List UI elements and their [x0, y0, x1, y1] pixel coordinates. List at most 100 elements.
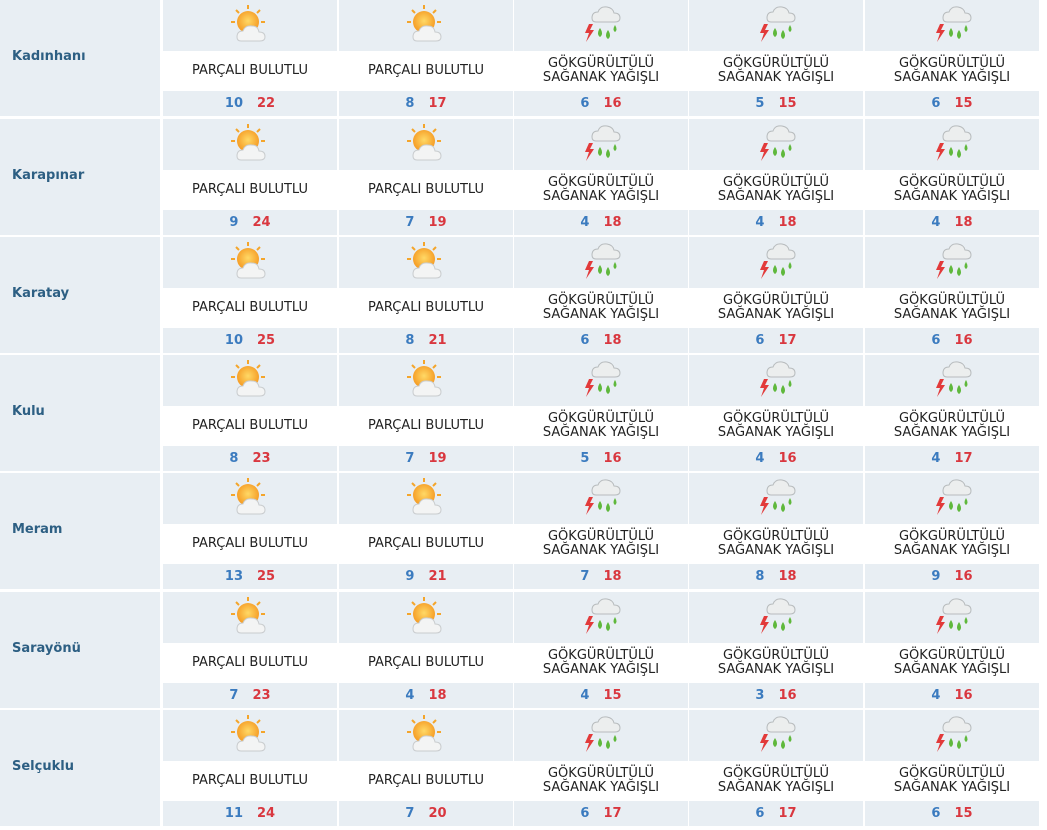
temperature-cell: 4 16: [689, 446, 863, 471]
max-temperature: 21: [428, 569, 447, 584]
forecast-day-cell: PARÇALI BULUTLU 11 24: [163, 710, 337, 828]
condition-text: PARÇALI BULUTLU: [339, 51, 513, 91]
district-name: Meram: [12, 522, 63, 537]
max-temperature: 16: [603, 451, 622, 466]
weather-icon-cell: [339, 355, 513, 406]
max-temperature: 15: [954, 806, 973, 821]
condition-text: GÖKGÜRÜLTÜLÜ SAĞANAK YAĞIŞLI: [865, 761, 1039, 801]
min-temperature: 6: [931, 806, 941, 821]
min-temperature: 8: [405, 333, 415, 348]
max-temperature: 16: [954, 569, 973, 584]
district-name: Karapınar: [12, 168, 85, 183]
condition-text: PARÇALI BULUTLU: [163, 643, 337, 683]
weather-icon-cell: [163, 237, 337, 288]
temperature-cell: 6 15: [865, 801, 1039, 826]
condition-text: PARÇALI BULUTLU: [339, 761, 513, 801]
max-temperature: 16: [778, 451, 797, 466]
forecast-day-cell: GÖKGÜRÜLTÜLÜ SAĞANAK YAĞIŞLI 4 17: [865, 355, 1039, 473]
forecast-day-cell: GÖKGÜRÜLTÜLÜ SAĞANAK YAĞIŞLI 6 17: [689, 710, 863, 828]
condition-text: GÖKGÜRÜLTÜLÜ SAĞANAK YAĞIŞLI: [689, 643, 863, 683]
weather-icon-cell: [514, 237, 688, 288]
condition-text: GÖKGÜRÜLTÜLÜ SAĞANAK YAĞIŞLI: [865, 643, 1039, 683]
forecast-day-cell: GÖKGÜRÜLTÜLÜ SAĞANAK YAĞIŞLI 6 15: [865, 0, 1039, 118]
min-temperature: 4: [580, 688, 590, 703]
temperature-cell: 4 17: [865, 446, 1039, 471]
min-temperature: 9: [931, 569, 941, 584]
min-temperature: 6: [755, 333, 765, 348]
condition-text: PARÇALI BULUTLU: [163, 524, 337, 564]
temperature-cell: 6 15: [865, 91, 1039, 116]
weather-icon-cell: [339, 592, 513, 643]
max-temperature: 18: [778, 569, 797, 584]
condition-text: GÖKGÜRÜLTÜLÜ SAĞANAK YAĞIŞLI: [865, 288, 1039, 328]
max-temperature: 18: [428, 688, 447, 703]
max-temperature: 19: [428, 451, 447, 466]
max-temperature: 21: [428, 333, 447, 348]
weather-icon-cell: [689, 355, 863, 406]
max-temperature: 23: [252, 451, 271, 466]
temperature-cell: 10 22: [163, 91, 337, 116]
temperature-cell: 4 18: [514, 210, 688, 235]
min-temperature: 4: [755, 215, 765, 230]
min-temperature: 4: [755, 451, 765, 466]
temperature-cell: 9 24: [163, 210, 337, 235]
min-temperature: 4: [931, 451, 941, 466]
weather-icon-cell: [163, 355, 337, 406]
forecast-day-cell: GÖKGÜRÜLTÜLÜ SAĞANAK YAĞIŞLI 4 16: [689, 355, 863, 473]
max-temperature: 16: [603, 96, 622, 111]
max-temperature: 15: [954, 96, 973, 111]
forecast-day-cell: GÖKGÜRÜLTÜLÜ SAĞANAK YAĞIŞLI 9 16: [865, 473, 1039, 591]
district-row: Selçuklu PARÇALI BULUTLU 11 24 PARÇALI BULUT…: [0, 710, 1047, 828]
forecast-day-cell: PARÇALI BULUTLU 9 21: [339, 473, 513, 591]
max-temperature: 20: [428, 806, 447, 821]
min-temperature: 10: [224, 333, 243, 348]
forecast-day-cell: GÖKGÜRÜLTÜLÜ SAĞANAK YAĞIŞLI 6 16: [514, 0, 688, 118]
temperature-cell: 7 18: [514, 564, 688, 589]
min-temperature: 8: [405, 96, 415, 111]
temperature-cell: 7 20: [339, 801, 513, 826]
min-temperature: 6: [580, 806, 590, 821]
forecast-day-cell: PARÇALI BULUTLU 7 23: [163, 592, 337, 710]
district-row: Sarayönü PARÇALI BULUTLU 7 23 PARÇALI BULUTL…: [0, 592, 1047, 710]
forecast-day-cell: PARÇALI BULUTLU 8 23: [163, 355, 337, 473]
temperature-cell: 6 18: [514, 328, 688, 353]
temperature-cell: 9 21: [339, 564, 513, 589]
min-temperature: 5: [755, 96, 765, 111]
max-temperature: 25: [257, 569, 276, 584]
weather-icon-cell: [339, 473, 513, 524]
condition-text: PARÇALI BULUTLU: [163, 170, 337, 210]
district-name-cell: Sarayönü: [0, 592, 160, 708]
weather-icon-cell: [163, 0, 337, 51]
weather-icon-cell: [163, 119, 337, 170]
min-temperature: 7: [229, 688, 239, 703]
temperature-cell: 3 16: [689, 683, 863, 708]
condition-text: GÖKGÜRÜLTÜLÜ SAĞANAK YAĞIŞLI: [514, 170, 688, 210]
temperature-cell: 10 25: [163, 328, 337, 353]
temperature-cell: 6 17: [689, 801, 863, 826]
weather-icon-cell: [689, 0, 863, 51]
condition-text: GÖKGÜRÜLTÜLÜ SAĞANAK YAĞIŞLI: [865, 51, 1039, 91]
min-temperature: 8: [229, 451, 239, 466]
forecast-day-cell: GÖKGÜRÜLTÜLÜ SAĞANAK YAĞIŞLI 4 18: [514, 119, 688, 237]
district-name-cell: Karapınar: [0, 119, 160, 235]
weather-icon-cell: [339, 119, 513, 170]
condition-text: PARÇALI BULUTLU: [339, 524, 513, 564]
condition-text: GÖKGÜRÜLTÜLÜ SAĞANAK YAĞIŞLI: [514, 524, 688, 564]
weather-icon-cell: [689, 710, 863, 761]
forecast-day-cell: GÖKGÜRÜLTÜLÜ SAĞANAK YAĞIŞLI 4 16: [865, 592, 1039, 710]
min-temperature: 7: [405, 806, 415, 821]
max-temperature: 18: [603, 333, 622, 348]
condition-text: PARÇALI BULUTLU: [163, 406, 337, 446]
temperature-cell: 8 23: [163, 446, 337, 471]
max-temperature: 18: [778, 215, 797, 230]
condition-text: PARÇALI BULUTLU: [339, 170, 513, 210]
condition-text: PARÇALI BULUTLU: [163, 288, 337, 328]
forecast-day-cell: GÖKGÜRÜLTÜLÜ SAĞANAK YAĞIŞLI 8 18: [689, 473, 863, 591]
temperature-cell: 8 18: [689, 564, 863, 589]
min-temperature: 6: [755, 806, 765, 821]
min-temperature: 4: [931, 688, 941, 703]
weather-icon-cell: [689, 237, 863, 288]
weather-icon-cell: [865, 237, 1039, 288]
weather-icon-cell: [865, 710, 1039, 761]
temperature-cell: 8 17: [339, 91, 513, 116]
